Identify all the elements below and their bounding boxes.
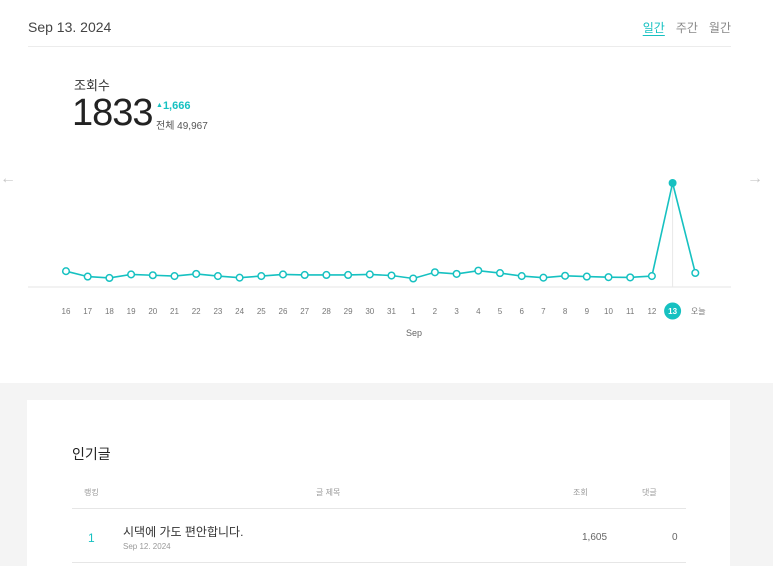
- tick-label: 29: [344, 307, 353, 316]
- data-point: [691, 268, 700, 278]
- data-point: [257, 272, 266, 281]
- data-point: [582, 272, 591, 281]
- tick-label: 7: [541, 307, 546, 316]
- total-views: 전체 49,967: [156, 121, 208, 132]
- data-point: [604, 273, 613, 282]
- divider: [72, 562, 686, 563]
- tick-label: 2: [433, 307, 438, 316]
- current-date: Sep 13. 2024: [28, 19, 112, 35]
- data-point: [409, 274, 418, 283]
- tick-label: 8: [563, 307, 568, 316]
- data-point: [539, 273, 548, 282]
- data-point: [235, 273, 244, 282]
- tick-label: 30: [365, 307, 374, 316]
- data-point: [668, 179, 677, 187]
- tick-label: 6: [519, 307, 524, 316]
- row-rank: 1: [88, 531, 95, 545]
- column-title: 글 제목: [316, 488, 341, 497]
- column-rank: 랭킹: [84, 488, 99, 497]
- x-axis-label: Sep: [406, 328, 422, 338]
- views-chart: 16 17 18 19 20 21 22 23 24 25 26 27 28 29 30 31 1 2 3 4 5 6 7 8…: [28, 179, 731, 338]
- tick-label: 13: [668, 307, 677, 316]
- data-point: [452, 269, 461, 278]
- data-point: [127, 270, 136, 279]
- data-point: [278, 270, 288, 279]
- tick-label: 20: [148, 307, 157, 316]
- delta-value: 1,666: [162, 100, 191, 112]
- data-point: [192, 269, 201, 278]
- popular-posts-card: 인기글 랭킹 글 제목 조회 댓글 1 시댁에 가도 편안합니다. Sep 12…: [27, 400, 730, 566]
- tick-label: 25: [257, 307, 266, 316]
- data-point: [365, 270, 374, 279]
- section-title: 인기글: [72, 446, 111, 462]
- divider: [28, 46, 731, 47]
- tick-label: 9: [585, 307, 590, 316]
- tick-label: 26: [279, 307, 288, 316]
- tick-label: 24: [235, 307, 244, 316]
- data-point: [517, 272, 526, 281]
- column-views: 조회: [573, 488, 588, 497]
- data-point: [561, 271, 570, 280]
- tick-label: 18: [105, 307, 114, 316]
- data-point: [430, 268, 439, 277]
- column-comments: 댓글: [642, 488, 657, 497]
- tick-label: 19: [127, 307, 136, 316]
- tick-label: 10: [604, 307, 613, 316]
- tick-label: 28: [322, 307, 331, 316]
- data-point: [213, 272, 222, 281]
- tab-daily[interactable]: 일간: [643, 19, 665, 36]
- triangle-up-icon: ▲: [156, 102, 163, 109]
- tick-label: 27: [300, 307, 309, 316]
- stats-panel: Sep 13. 2024 일간 주간 월간 조회수 1833 ▲1,666 전체…: [0, 0, 773, 383]
- divider: [72, 508, 686, 509]
- data-point: [300, 270, 309, 280]
- row-comments: 0: [672, 532, 678, 543]
- tick-label: 4: [476, 307, 481, 316]
- tick-label: 3: [454, 307, 459, 316]
- data-point: [344, 270, 353, 280]
- data-point: [148, 271, 157, 280]
- tick-label: 5: [498, 307, 503, 316]
- metric-value: 1833: [72, 92, 154, 134]
- tick-label: 22: [192, 307, 201, 316]
- data-point: [495, 269, 505, 278]
- data-point: [170, 272, 179, 281]
- tick-label: 31: [387, 307, 396, 316]
- data-point: [647, 272, 656, 281]
- tab-weekly[interactable]: 주간: [676, 19, 698, 36]
- tick-label: 12: [647, 307, 656, 316]
- post-title-link[interactable]: 시댁에 가도 편안합니다.: [123, 523, 243, 540]
- tab-monthly[interactable]: 월간: [709, 19, 731, 36]
- period-tabs: 일간 주간 월간: [643, 19, 731, 36]
- series-line: [65, 182, 697, 280]
- tick-label: 17: [83, 307, 92, 316]
- data-point: [322, 270, 331, 280]
- tick-label: 오늘: [691, 307, 706, 316]
- tick-label: 21: [170, 307, 179, 316]
- tick-label: 16: [62, 307, 71, 316]
- data-point: [61, 267, 71, 276]
- data-point: [626, 273, 635, 282]
- tick-label: 11: [626, 307, 635, 316]
- data-point: [387, 271, 396, 280]
- delta-badge: ▲1,666: [156, 100, 190, 112]
- row-views: 1,605: [582, 532, 608, 543]
- post-date: Sep 12. 2024: [123, 542, 171, 551]
- tick-label: 23: [213, 307, 222, 316]
- data-point: [105, 273, 114, 282]
- data-point: [83, 272, 92, 281]
- data-point: [474, 266, 483, 275]
- tick-label: 1: [411, 307, 416, 316]
